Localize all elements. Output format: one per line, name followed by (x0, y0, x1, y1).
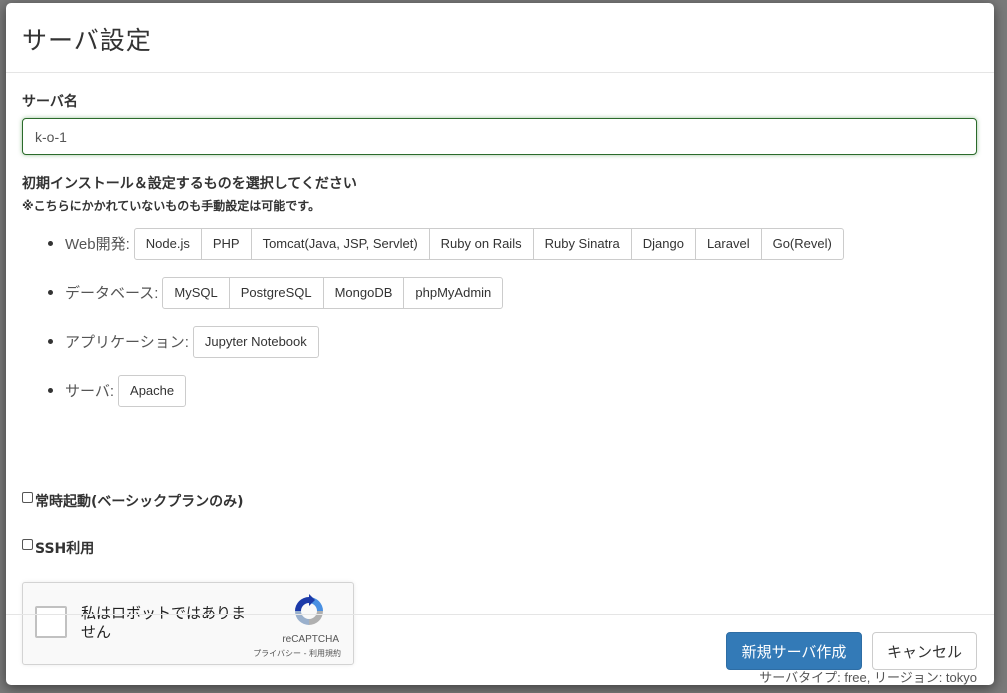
database-options-button-group: MySQL PostgreSQL MongoDB phpMyAdmin (162, 276, 504, 309)
option-group-server: サーバ: Apache (48, 366, 844, 415)
ssh-label: SSH利用 (35, 541, 95, 557)
option-group-label: サーバ: (65, 383, 115, 400)
bullet (48, 290, 53, 295)
ssh-checkbox[interactable] (22, 538, 33, 550)
option-group-label: データベース: (65, 285, 159, 302)
install-note: ※こちらにかかれていないものも手動設定は可能です。 (22, 199, 321, 213)
option-tomcat-button[interactable]: Tomcat(Java, JSP, Servlet) (250, 227, 430, 260)
bullet (48, 339, 53, 344)
modal-footer: 新規サーバ作成 キャンセル (6, 614, 994, 685)
always-on-checkbox-row[interactable]: 常時起動(ベーシックプランのみ) (22, 491, 244, 511)
modal-title: サーバ設定 (22, 26, 152, 55)
option-nodejs-button[interactable]: Node.js (133, 227, 202, 260)
create-server-button[interactable]: 新規サーバ作成 (726, 632, 862, 670)
option-mysql-button[interactable]: MySQL (162, 276, 230, 309)
option-phpmyadmin-button[interactable]: phpMyAdmin (403, 276, 504, 309)
modal-header: サーバ設定 (6, 3, 994, 73)
option-group-database: データベース: MySQL PostgreSQL MongoDB phpMyAd… (48, 268, 844, 317)
server-settings-modal: サーバ設定 サーバ名 初期インストール＆設定するものを選択してください ※こちら… (6, 3, 994, 685)
bullet (48, 388, 53, 393)
option-postgresql-button[interactable]: PostgreSQL (228, 276, 324, 309)
option-group-application: アプリケーション: Jupyter Notebook (48, 317, 844, 366)
cancel-button[interactable]: キャンセル (872, 632, 977, 670)
install-title: 初期インストール＆設定するものを選択してください (22, 176, 357, 192)
option-django-button[interactable]: Django (630, 227, 696, 260)
always-on-checkbox[interactable] (22, 491, 33, 503)
ssh-checkbox-row[interactable]: SSH利用 (22, 538, 94, 558)
always-on-label: 常時起動(ベーシックプランのみ) (35, 494, 244, 510)
server-name-label: サーバ名 (22, 94, 78, 110)
application-options-button-group: Jupyter Notebook (192, 325, 319, 358)
server-name-input[interactable] (22, 118, 977, 155)
option-group-web: Web開発: Node.js PHP Tomcat(Java, JSP, Ser… (48, 219, 844, 268)
option-go-revel-button[interactable]: Go(Revel) (760, 227, 844, 260)
option-group-label: アプリケーション: (65, 334, 189, 351)
option-sinatra-button[interactable]: Ruby Sinatra (532, 227, 632, 260)
web-options-button-group: Node.js PHP Tomcat(Java, JSP, Servlet) R… (133, 227, 844, 260)
server-options-button-group: Apache (118, 374, 187, 407)
option-rails-button[interactable]: Ruby on Rails (428, 227, 534, 260)
option-laravel-button[interactable]: Laravel (694, 227, 762, 260)
option-apache-button[interactable]: Apache (118, 374, 187, 407)
option-group-label: Web開発: (65, 236, 130, 253)
option-php-button[interactable]: PHP (200, 227, 252, 260)
option-jupyter-button[interactable]: Jupyter Notebook (192, 325, 319, 358)
option-mongodb-button[interactable]: MongoDB (322, 276, 405, 309)
install-options-list: Web開発: Node.js PHP Tomcat(Java, JSP, Ser… (48, 219, 844, 415)
bullet (48, 241, 53, 246)
